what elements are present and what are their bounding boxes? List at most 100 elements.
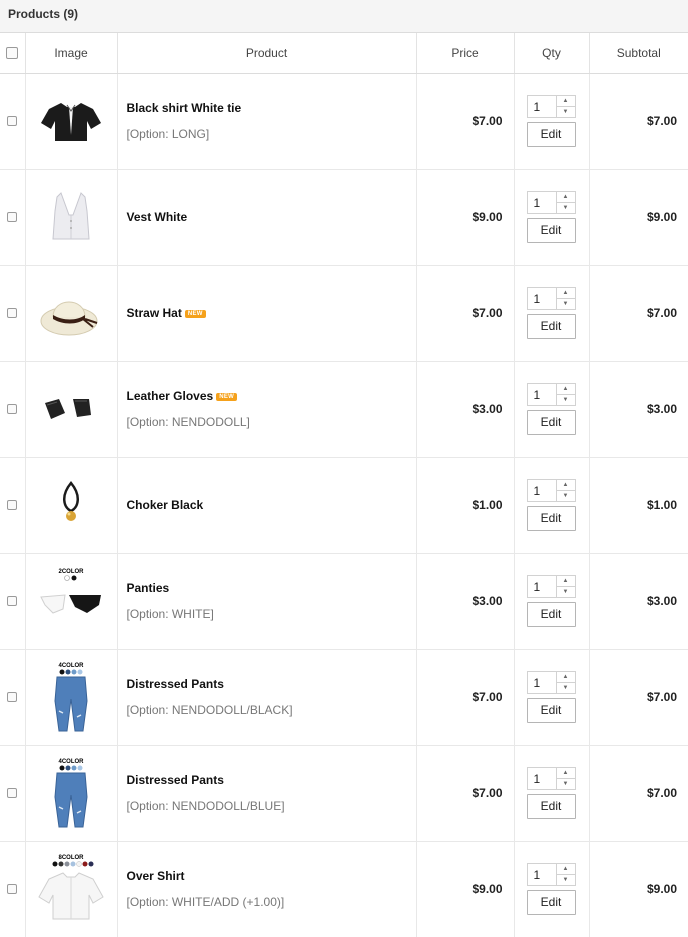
row-checkbox[interactable]: [7, 116, 18, 126]
quantity-value[interactable]: 1: [534, 292, 541, 306]
edit-button[interactable]: Edit: [526, 314, 576, 339]
product-subtotal: $1.00: [589, 457, 688, 554]
quantity-stepper[interactable]: 1 ▲ ▼: [526, 479, 576, 502]
decrement-arrow-icon[interactable]: ▼: [557, 203, 575, 213]
quantity-stepper[interactable]: 1 ▲ ▼: [526, 287, 576, 310]
quantity-stepper[interactable]: 1 ▲ ▼: [526, 575, 576, 598]
decrement-arrow-icon[interactable]: ▼: [557, 683, 575, 693]
product-option: [Option: NENDODOLL/BLUE]: [126, 799, 285, 813]
row-checkbox[interactable]: [7, 692, 18, 702]
select-all-checkbox[interactable]: [6, 46, 19, 59]
quantity-stepper[interactable]: 1 ▲ ▼: [526, 671, 576, 694]
quantity-value[interactable]: 1: [534, 100, 541, 114]
row-checkbox[interactable]: [7, 788, 18, 798]
product-option: [Option: NENDODOLL/BLACK]: [126, 703, 293, 717]
edit-button[interactable]: Edit: [526, 890, 576, 916]
quantity-value[interactable]: 1: [534, 196, 541, 210]
product-image[interactable]: [25, 361, 118, 458]
product-image[interactable]: [25, 457, 118, 554]
decrement-arrow-icon[interactable]: ▼: [557, 875, 575, 885]
quantity-value[interactable]: 1: [534, 484, 541, 498]
edit-button[interactable]: Edit: [526, 410, 576, 435]
edit-button[interactable]: Edit: [526, 794, 576, 819]
table-row: Vest White $9.00 1 ▲ ▼ Edit $9.00: [0, 169, 688, 266]
quantity-value[interactable]: 1: [534, 580, 541, 594]
increment-arrow-icon[interactable]: ▲: [556, 384, 575, 395]
table-row: 4COLOR Distressed Pants [Option: NENDODOLL…: [0, 649, 688, 746]
edit-button[interactable]: Edit: [526, 122, 576, 147]
quantity-stepper[interactable]: 1 ▲ ▼: [526, 863, 576, 887]
product-name[interactable]: Panties: [127, 581, 170, 595]
row-checkbox[interactable]: [7, 212, 18, 222]
increment-arrow-icon[interactable]: ▲: [556, 480, 575, 491]
increment-arrow-icon[interactable]: ▲: [556, 288, 575, 299]
increment-arrow-icon[interactable]: ▲: [556, 576, 575, 587]
increment-arrow-icon[interactable]: ▲: [556, 192, 575, 203]
product-image[interactable]: 4COLOR: [25, 649, 118, 746]
product-name[interactable]: Choker Black: [127, 498, 204, 512]
product-price: $1.00: [416, 457, 515, 554]
qty-cell: 1 ▲ ▼ Edit: [514, 361, 590, 458]
decrement-arrow-icon[interactable]: ▼: [557, 587, 575, 597]
product-cell: Distressed Pants [Option: NENDODOLL/BLACK…: [117, 649, 417, 746]
quantity-stepper[interactable]: 1 ▲ ▼: [526, 95, 576, 118]
edit-button[interactable]: Edit: [526, 506, 576, 531]
product-cell: Leather Gloves NEW [Option: NENDODOLL]: [117, 361, 417, 458]
product-name[interactable]: Leather Gloves: [127, 389, 214, 403]
product-price: $7.00: [416, 649, 515, 746]
quantity-value[interactable]: 1: [534, 772, 541, 786]
qty-cell: 1 ▲ ▼ Edit: [514, 265, 590, 362]
product-name[interactable]: Over Shirt: [127, 869, 185, 883]
decrement-arrow-icon[interactable]: ▼: [557, 779, 575, 789]
black-shirt-icon: [26, 85, 117, 157]
decrement-arrow-icon[interactable]: ▼: [557, 107, 575, 117]
quantity-stepper[interactable]: 1 ▲ ▼: [526, 767, 576, 790]
row-checkbox[interactable]: [7, 884, 18, 895]
edit-button[interactable]: Edit: [526, 218, 576, 243]
row-select-cell: [0, 361, 26, 458]
row-checkbox[interactable]: [7, 596, 18, 606]
increment-arrow-icon[interactable]: ▲: [556, 672, 575, 683]
product-cell: Over Shirt [Option: WHITE/ADD (+1.00)]: [117, 841, 417, 937]
product-name[interactable]: Distressed Pants: [127, 677, 224, 691]
column-header-image: Image: [25, 33, 118, 74]
column-header-subtotal: Subtotal: [589, 33, 688, 74]
row-checkbox[interactable]: [7, 404, 18, 414]
quantity-value[interactable]: 1: [534, 676, 541, 690]
product-option: [Option: NENDODOLL]: [126, 415, 250, 429]
row-checkbox[interactable]: [7, 308, 18, 318]
decrement-arrow-icon[interactable]: ▼: [557, 491, 575, 501]
product-image[interactable]: [25, 169, 118, 266]
quantity-value[interactable]: 1: [534, 388, 541, 402]
edit-button[interactable]: Edit: [526, 698, 576, 723]
quantity-value[interactable]: 1: [534, 868, 541, 882]
leather-gloves-icon: [26, 373, 117, 445]
choker-icon: [26, 469, 117, 541]
decrement-arrow-icon[interactable]: ▼: [557, 395, 575, 405]
product-price: $7.00: [416, 73, 515, 170]
product-image[interactable]: [25, 73, 118, 170]
product-name[interactable]: Distressed Pants: [127, 773, 224, 787]
product-image[interactable]: 8COLOR: [25, 841, 118, 937]
row-select-cell: [0, 553, 26, 650]
quantity-stepper[interactable]: 1 ▲ ▼: [526, 383, 576, 406]
table-row: 2COLOR Panties [Option: WHITE] $3.00 1 ▲ ▼ Edit…: [0, 553, 688, 650]
product-cell: Straw Hat NEW: [117, 265, 417, 362]
increment-arrow-icon[interactable]: ▲: [556, 96, 575, 107]
qty-cell: 1 ▲ ▼ Edit: [514, 169, 590, 266]
quantity-stepper[interactable]: 1 ▲ ▼: [526, 191, 576, 214]
increment-arrow-icon[interactable]: ▲: [556, 768, 575, 779]
qty-cell: 1 ▲ ▼ Edit: [514, 649, 590, 746]
row-checkbox[interactable]: [7, 500, 18, 510]
decrement-arrow-icon[interactable]: ▼: [557, 299, 575, 309]
product-name[interactable]: Vest White: [127, 210, 188, 224]
product-image[interactable]: 2COLOR: [25, 553, 118, 650]
row-select-cell: [0, 841, 26, 937]
product-name[interactable]: Straw Hat: [127, 306, 182, 320]
table-row: Black shirt White tie [Option: LONG] $7.00…: [0, 73, 688, 170]
product-image[interactable]: [25, 265, 118, 362]
increment-arrow-icon[interactable]: ▲: [556, 864, 575, 876]
edit-button[interactable]: Edit: [526, 602, 576, 627]
product-name[interactable]: Black shirt White tie: [127, 101, 242, 115]
product-image[interactable]: 4COLOR: [25, 745, 118, 842]
